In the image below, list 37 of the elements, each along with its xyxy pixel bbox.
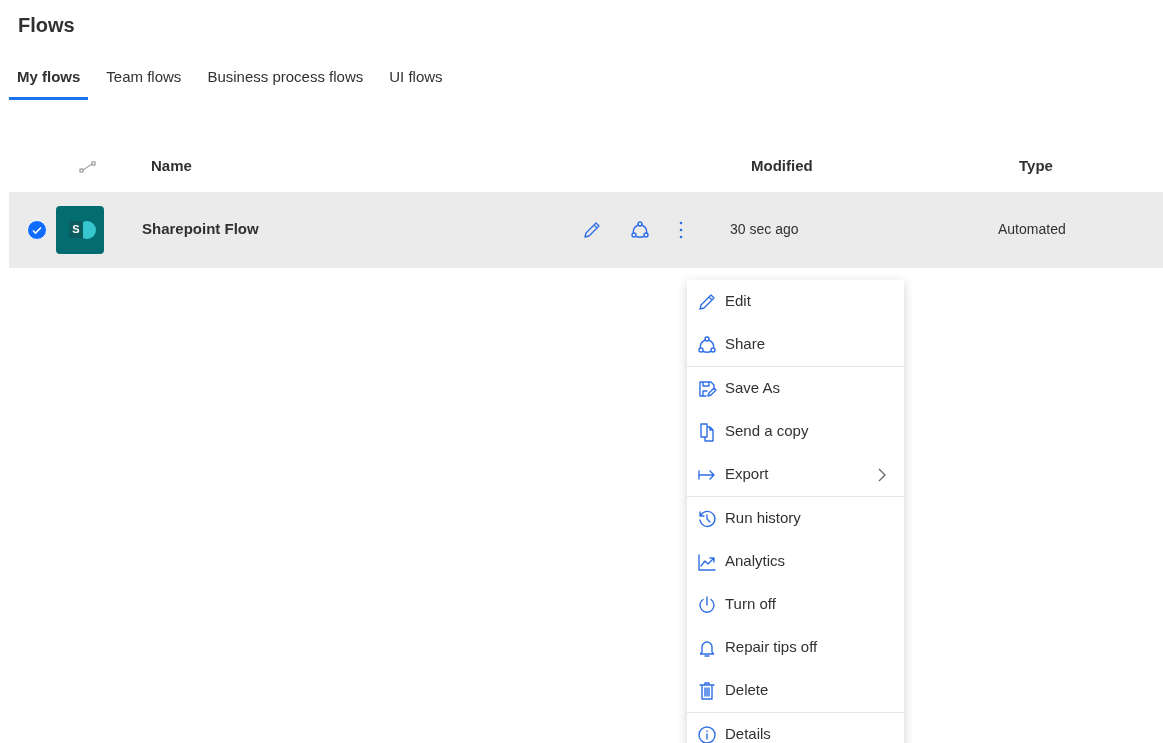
app-logo: S xyxy=(56,205,104,254)
menu-item[interactable]: Share xyxy=(687,323,904,366)
tab[interactable]: UI flows xyxy=(381,62,451,100)
menu-item[interactable]: Details xyxy=(687,713,904,743)
copy-icon xyxy=(697,421,717,442)
table-row[interactable]: S Sharepoint Flow 30 sec ago Automated xyxy=(9,191,1163,268)
info-icon xyxy=(697,724,717,743)
chevron-right-icon xyxy=(878,467,886,482)
history-icon xyxy=(697,508,717,529)
share-icon xyxy=(630,219,650,240)
chart-icon xyxy=(697,551,717,572)
tab[interactable]: My flows xyxy=(9,62,89,100)
flow-name[interactable]: Sharepoint Flow xyxy=(142,218,580,241)
more-icon xyxy=(678,219,684,240)
menu-item[interactable]: Edit xyxy=(687,280,904,323)
table-cell-text: Automated xyxy=(998,220,1066,239)
power-icon xyxy=(697,594,717,615)
tab[interactable]: Business process flows xyxy=(199,62,372,100)
trash-icon xyxy=(697,680,717,701)
column-header[interactable]: Modified xyxy=(751,155,1019,178)
page-title: Flows xyxy=(18,13,76,38)
menu-item[interactable]: Run history xyxy=(687,497,904,540)
menu-item[interactable]: Turn off xyxy=(687,583,904,626)
menu-item[interactable]: Delete xyxy=(687,669,904,712)
menu-item[interactable]: Save As xyxy=(687,367,904,410)
table-cell-text: 30 sec ago xyxy=(730,220,800,239)
save-icon xyxy=(697,378,717,399)
menu-item[interactable]: Analytics xyxy=(687,540,904,583)
checked-circle-icon[interactable] xyxy=(27,219,47,240)
flow-type-icon xyxy=(79,160,97,175)
column-header[interactable]: Type xyxy=(1019,155,1139,178)
menu-item[interactable]: Repair tips off xyxy=(687,626,904,669)
column-header[interactable]: Name xyxy=(151,155,751,178)
share-icon xyxy=(697,334,717,355)
tab[interactable]: Team flows xyxy=(98,62,190,100)
menu-item[interactable]: Export xyxy=(687,453,904,496)
menu-item[interactable]: Send a copy xyxy=(687,410,904,453)
